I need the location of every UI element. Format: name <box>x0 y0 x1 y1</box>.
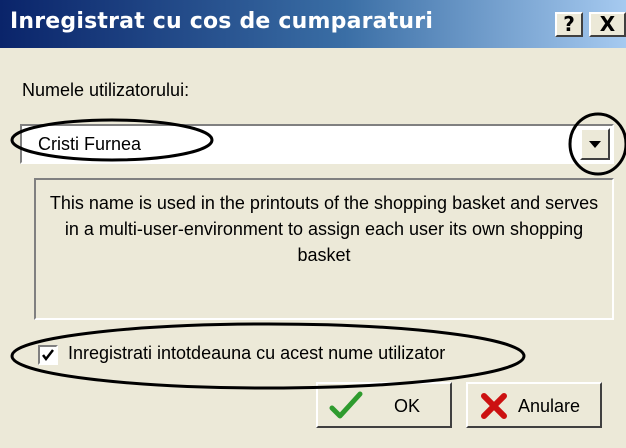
description-panel: This name is used in the printouts of th… <box>34 178 614 320</box>
ok-label: OK <box>394 396 421 416</box>
cancel-button[interactable]: Anulare <box>466 382 602 428</box>
ok-button[interactable]: OK <box>316 382 452 428</box>
cancel-label: Anulare <box>518 396 581 416</box>
help-button[interactable]: ? <box>555 12 583 37</box>
checkmark-icon <box>42 349 54 362</box>
username-combobox[interactable]: Cristi Furnea <box>20 124 614 164</box>
always-register-checkbox[interactable] <box>38 345 58 365</box>
close-icon: X <box>599 12 616 36</box>
chevron-down-icon <box>589 141 601 148</box>
dialog-window: Inregistrat cu cos de cumparaturi ? X Nu… <box>0 0 626 448</box>
help-icon: ? <box>563 12 575 36</box>
checkmark-icon <box>329 391 363 419</box>
dropdown-button[interactable] <box>580 128 610 160</box>
red-x-icon <box>481 393 507 419</box>
close-button[interactable]: X <box>589 12 626 37</box>
username-label: Numele utilizatorului: <box>22 80 190 100</box>
title-bar[interactable]: Inregistrat cu cos de cumparaturi ? X <box>0 0 626 48</box>
window-title: Inregistrat cu cos de cumparaturi <box>10 9 434 34</box>
always-register-label: Inregistrati intotdeauna cu acest nume u… <box>68 343 446 363</box>
username-value[interactable]: Cristi Furnea <box>38 134 141 155</box>
description-text: This name is used in the printouts of th… <box>49 193 599 265</box>
